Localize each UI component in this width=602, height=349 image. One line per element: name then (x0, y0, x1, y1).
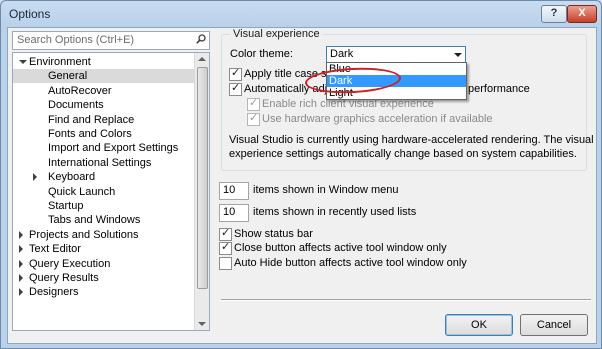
tree-item-label: Environment (29, 56, 91, 68)
help-button[interactable]: ? (541, 5, 567, 23)
tree-item-label: General (48, 70, 88, 83)
tree-item-label: Find and Replace (48, 113, 135, 126)
window-menu-count-input[interactable]: 10 (219, 182, 249, 200)
tree-item-label: Query Execution (29, 257, 111, 270)
collapsed-arrow-icon[interactable] (19, 245, 23, 254)
ok-button[interactable]: OK (445, 314, 513, 336)
tree-item-text-editor[interactable]: Text Editor (13, 242, 194, 256)
tree-item-international-settings[interactable]: International Settings (13, 156, 194, 170)
cancel-button[interactable]: Cancel (520, 314, 588, 336)
tree-item-label: AutoRecover (48, 84, 112, 97)
title-bar[interactable]: Options ? X (1, 1, 601, 27)
tree-item-startup[interactable]: Startup (13, 199, 194, 213)
show-status-bar-label: Show status bar (234, 228, 313, 240)
tree-item-designers[interactable]: Designers (13, 285, 194, 299)
options-dialog: Options ? X Search Options (Ctrl+E) Envi… (0, 0, 602, 349)
collapsed-arrow-icon[interactable] (19, 274, 23, 282)
apply-title-case-checkbox[interactable] (229, 66, 242, 81)
recent-lists-count-input[interactable]: 10 (219, 204, 249, 222)
tree-item-documents[interactable]: Documents (13, 98, 194, 112)
chevron-down-icon (454, 53, 462, 57)
tree-item-keyboard[interactable]: Keyboard (13, 170, 194, 184)
tree-item-label: Quick Launch (48, 185, 116, 198)
window-menu-label: items shown in Window menu (253, 184, 399, 196)
collapsed-arrow-icon[interactable] (19, 230, 23, 239)
tree-item-quick-launch[interactable]: Quick Launch (13, 185, 194, 199)
tree-item-label: Tabs and Windows (48, 214, 141, 227)
tree-item-label: Keyboard (48, 171, 96, 184)
tree-item-autorecover[interactable]: AutoRecover (13, 84, 194, 98)
close-button-affects-label: Close button affects active tool window … (234, 242, 447, 254)
color-theme-value: Dark (330, 48, 354, 60)
scroll-down-icon[interactable] (198, 322, 206, 326)
scroll-up-icon[interactable] (198, 57, 206, 61)
recent-lists-count-value: 10 (223, 206, 236, 218)
recent-lists-label: items shown in recently used lists (253, 206, 417, 218)
search-placeholder: Search Options (Ctrl+E) (17, 34, 135, 46)
window-menu-count-value: 10 (223, 184, 236, 196)
color-theme-label: Color theme: (230, 48, 293, 60)
tree-item-find-and-replace[interactable]: Find and Replace (13, 113, 194, 127)
tree-item-label: Import and Export Settings (48, 142, 179, 155)
window-title: Options (9, 7, 51, 21)
left-pane: Search Options (Ctrl+E) Environment Gener… (12, 31, 210, 331)
collapsed-arrow-icon[interactable] (19, 288, 23, 297)
tree-item-query-execution[interactable]: Query Execution (13, 257, 194, 271)
collapsed-arrow-icon[interactable] (19, 259, 23, 268)
search-input[interactable]: Search Options (Ctrl+E) (12, 31, 210, 50)
tree-item-fonts-and-colors[interactable]: Fonts and Colors (13, 127, 194, 141)
tree-item-environment[interactable]: Environment (13, 55, 194, 69)
expand-arrow-icon[interactable] (19, 60, 27, 64)
tree-item-label: Fonts and Colors (48, 128, 132, 140)
tree-item-tabs-and-windows[interactable]: Tabs and Windows (13, 213, 194, 227)
combo-dropdown-button[interactable] (450, 47, 465, 63)
tree-item-label: Query Results (29, 272, 99, 284)
tree-item-label: International Settings (48, 156, 152, 169)
tree-item-general[interactable]: General (13, 69, 194, 84)
auto-hide-affects-checkbox[interactable] (219, 257, 232, 270)
collapsed-arrow-icon[interactable] (33, 173, 37, 182)
visual-experience-label: Visual experience (230, 28, 323, 40)
scroll-thumb[interactable] (197, 67, 208, 289)
auto-hide-affects-label: Auto Hide button affects active tool win… (234, 257, 467, 269)
auto-adjust-checkbox[interactable] (229, 81, 242, 96)
rich-client-checkbox[interactable] (247, 96, 260, 111)
close-button-affects-checkbox[interactable] (219, 240, 232, 255)
options-tree: Environment General AutoRecover Documents Fi… (12, 52, 210, 331)
rendering-info-line1: Visual Studio is currently using hardwar… (229, 134, 594, 146)
tree-item-query-results[interactable]: Query Results (13, 271, 194, 285)
tree-item-label: Projects and Solutions (29, 228, 139, 241)
tree-item-label: Text Editor (29, 243, 81, 256)
search-icon[interactable] (196, 34, 206, 44)
tree-item-label: Documents (48, 99, 104, 112)
button-separator (221, 299, 591, 301)
tree-item-label: Startup (48, 200, 84, 212)
rendering-info-line2: experience settings automatically change… (229, 148, 577, 160)
tree-item-projects-and-solutions[interactable]: Projects and Solutions (13, 228, 194, 242)
auto-adjust-label-end: performance (468, 83, 530, 95)
tree-scrollbar[interactable] (194, 53, 209, 330)
tree-item-import-and-export-settings[interactable]: Import and Export Settings (13, 141, 194, 155)
tree-item-label: Designers (29, 286, 79, 299)
dialog-body: Search Options (Ctrl+E) Environment Gener… (7, 27, 597, 344)
hw-accel-checkbox[interactable] (247, 111, 260, 126)
hw-accel-label: Use hardware graphics acceleration if av… (262, 113, 493, 125)
close-button[interactable]: X (567, 5, 597, 23)
